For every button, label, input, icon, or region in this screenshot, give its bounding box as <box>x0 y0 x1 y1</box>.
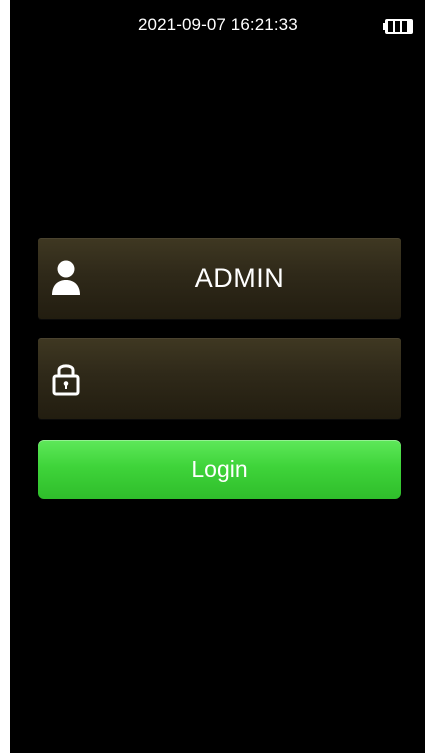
status-datetime: 2021-09-07 16:21:33 <box>138 15 298 34</box>
username-field[interactable]: ADMIN <box>38 238 401 319</box>
password-value <box>98 338 381 419</box>
login-button[interactable]: Login <box>38 440 401 499</box>
device-screen: 2021-09-07 16:21:33 ADMIN Login <box>10 0 425 753</box>
user-icon <box>50 259 82 297</box>
login-button-label: Login <box>191 456 248 482</box>
username-value: ADMIN <box>194 263 285 293</box>
lock-icon <box>50 359 82 397</box>
battery-full-icon <box>383 18 414 35</box>
status-bar: 2021-09-07 16:21:33 <box>10 0 425 56</box>
password-field[interactable] <box>38 338 401 419</box>
